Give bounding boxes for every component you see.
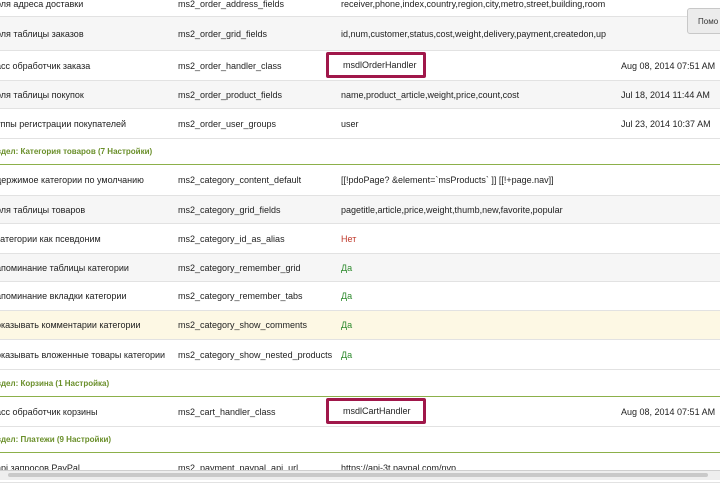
setting-value: id,num,customer,status,cost,weight,deliv… <box>341 28 606 39</box>
setting-value-yes: Да <box>341 349 353 360</box>
setting-name: оказывать комментарии категории <box>0 320 141 330</box>
table-row[interactable]: оля адреса доставки ms2_order_address_fi… <box>0 0 720 17</box>
setting-date: Aug 08, 2014 07:51 AM <box>621 406 716 417</box>
setting-value-yes: Да <box>341 291 353 301</box>
setting-key: ms2_order_grid_fields <box>178 28 268 39</box>
setting-name: оля таблицы заказов <box>0 28 84 39</box>
setting-key: ms2_order_user_groups <box>178 118 277 129</box>
setting-date: Jul 18, 2014 11:44 AM <box>621 89 710 100</box>
setting-date: Jul 23, 2014 10:37 AM <box>621 118 711 129</box>
table-row[interactable]: категории как псевдоним ms2_category_id_… <box>0 224 720 254</box>
setting-value: receiver,phone,index,country,region,city… <box>341 0 606 9</box>
setting-key: ms2_category_grid_fields <box>178 204 281 215</box>
setting-name: асс обработчик заказа <box>0 60 91 71</box>
setting-name: апоминание таблицы категории <box>0 262 129 273</box>
scrollbar-thumb[interactable] <box>8 473 708 477</box>
setting-value: user <box>341 118 359 129</box>
setting-key: ms2_order_product_fields <box>178 89 283 100</box>
setting-name: апоминание вкладки категории <box>0 291 127 301</box>
table-row[interactable]: оказывать вложенные товары категории ms2… <box>0 340 720 370</box>
setting-key: ms2_category_show_nested_products <box>178 349 333 360</box>
setting-name: держимое категории по умолчанию <box>0 175 144 185</box>
group-label: здел: Категория товаров (7 Настройки) <box>0 147 153 156</box>
setting-value-yes: Да <box>341 262 353 273</box>
setting-name: уппы регистрации покупателей <box>0 118 126 129</box>
setting-key: ms2_category_remember_tabs <box>178 291 303 301</box>
setting-key: ms2_category_show_comments <box>178 320 308 330</box>
setting-value: [[!pdoPage? &element=`msProducts` ]] [[!… <box>341 175 554 185</box>
highlighted-order-handler-value: msdlOrderHandler <box>326 52 426 78</box>
horizontal-scrollbar[interactable] <box>0 470 720 480</box>
group-header-payments[interactable]: здел: Платежи (9 Настройки) <box>0 427 720 453</box>
group-header-category[interactable]: здел: Категория товаров (7 Настройки) <box>0 139 720 165</box>
table-row[interactable]: апоминание вкладки категории ms2_categor… <box>0 282 720 311</box>
group-label: здел: Платежи (9 Настройки) <box>0 435 112 444</box>
help-button[interactable]: Помо <box>687 8 720 34</box>
setting-key: ms2_category_id_as_alias <box>178 233 285 244</box>
table-row[interactable]: держимое категории по умолчанию ms2_cate… <box>0 165 720 196</box>
setting-name: оказывать вложенные товары категории <box>0 349 166 360</box>
group-header-cart[interactable]: здел: Корзина (1 Настройка) <box>0 370 720 397</box>
setting-value-no: Нет <box>341 233 357 244</box>
table-row[interactable]: уппы регистрации покупателей ms2_order_u… <box>0 109 720 139</box>
setting-name: категории как псевдоним <box>0 233 101 244</box>
setting-key: ms2_category_remember_grid <box>178 262 301 273</box>
highlighted-cart-handler-value: msdlCartHandler <box>326 398 426 424</box>
setting-key: ms2_order_handler_class <box>178 60 282 71</box>
setting-key: ms2_cart_handler_class <box>178 406 276 417</box>
table-row-hovered[interactable]: оказывать комментарии категории ms2_cate… <box>0 311 720 340</box>
setting-date: Aug 08, 2014 07:51 AM <box>621 60 716 71</box>
setting-name: оля таблицы покупок <box>0 89 84 100</box>
setting-name: оля таблицы товаров <box>0 204 86 215</box>
table-row[interactable]: оля таблицы покупок ms2_order_product_fi… <box>0 81 720 109</box>
table-row[interactable]: оля таблицы товаров ms2_category_grid_fi… <box>0 196 720 224</box>
setting-value: pagetitle,article,price,weight,thumb,new… <box>341 204 563 215</box>
settings-grid: оля адреса доставки ms2_order_address_fi… <box>0 0 720 483</box>
setting-name: оля адреса доставки <box>0 0 84 9</box>
setting-key: ms2_order_address_fields <box>178 0 285 9</box>
setting-value-yes: Да <box>341 320 353 330</box>
setting-name: асс обработчик корзины <box>0 406 98 417</box>
table-row[interactable]: оля таблицы заказов ms2_order_grid_field… <box>0 17 720 51</box>
setting-key: ms2_category_content_default <box>178 175 302 185</box>
group-label: здел: Корзина (1 Настройка) <box>0 378 110 388</box>
setting-value: name,product_article,weight,price,count,… <box>341 89 520 100</box>
table-row[interactable]: апоминание таблицы категории ms2_categor… <box>0 254 720 282</box>
